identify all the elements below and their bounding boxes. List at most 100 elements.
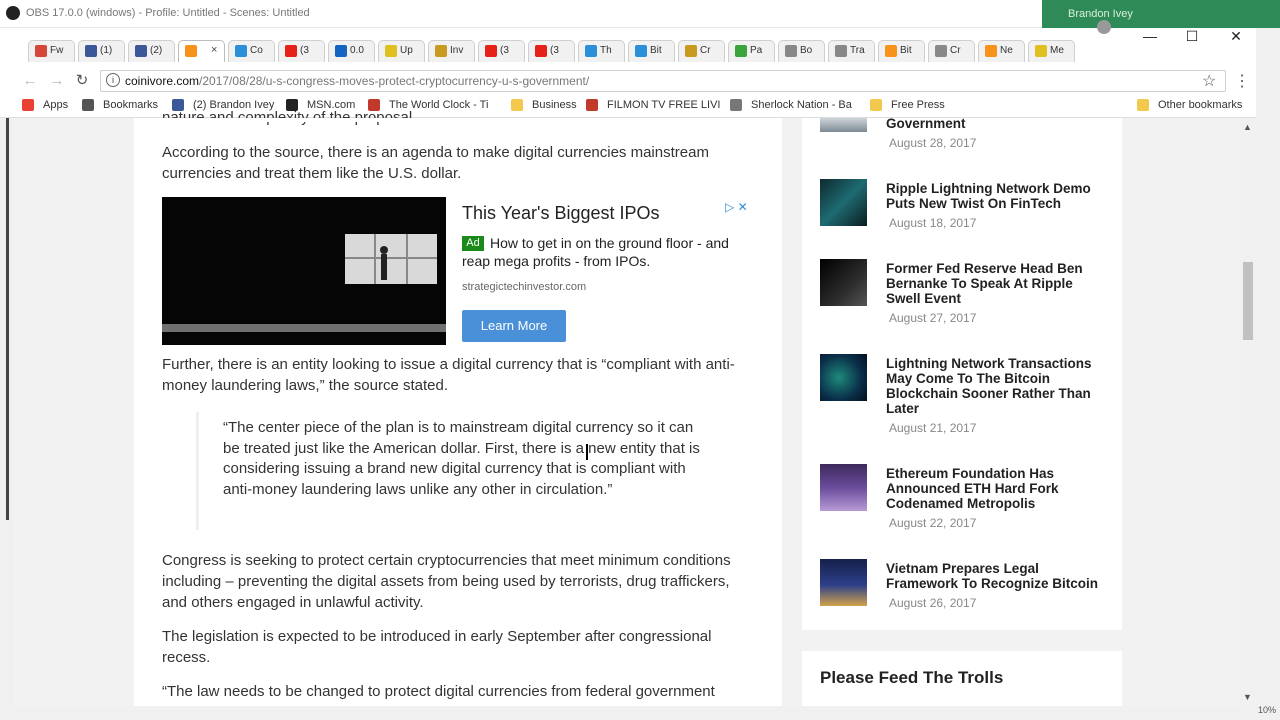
tab-item[interactable]: Bit bbox=[878, 40, 925, 62]
tab-label: Inv bbox=[450, 45, 464, 56]
article-paragraph: According to the source, there is an age… bbox=[162, 144, 709, 182]
tab-item[interactable]: × bbox=[178, 40, 225, 62]
close-tab-icon[interactable]: × bbox=[211, 44, 217, 56]
ad-title[interactable]: This Year's Biggest IPOs bbox=[462, 203, 660, 224]
tab-item[interactable]: (1) bbox=[78, 40, 125, 62]
crypto-icon bbox=[685, 45, 697, 57]
tab-label: (3 bbox=[300, 45, 309, 56]
tab-label: Co bbox=[250, 45, 263, 56]
tab-label: (3 bbox=[550, 45, 559, 56]
tab-item[interactable]: Up bbox=[378, 40, 425, 62]
tab-item[interactable]: Cr bbox=[678, 40, 725, 62]
bookmark-item[interactable]: Free Press bbox=[891, 99, 945, 111]
folder-icon bbox=[870, 99, 882, 111]
tab-item[interactable]: (3 bbox=[478, 40, 525, 62]
tab-item[interactable]: Bo bbox=[778, 40, 825, 62]
post-thumbnail[interactable] bbox=[820, 354, 867, 401]
background-window-text: Brandon Ivey bbox=[1068, 8, 1133, 20]
obs-window-title: OBS 17.0.0 (windows) - Profile: Untitled… bbox=[26, 7, 310, 19]
document-icon bbox=[785, 45, 797, 57]
post-thumbnail[interactable] bbox=[820, 259, 867, 306]
user-profile-icon[interactable] bbox=[1097, 20, 1111, 34]
article-paragraph: The legislation is expected to be introd… bbox=[162, 628, 712, 666]
scroll-up-icon[interactable]: ▲ bbox=[1243, 122, 1252, 132]
tab-item[interactable]: Cr bbox=[928, 40, 975, 62]
tab-label: Bit bbox=[650, 45, 662, 56]
bookmark-item[interactable]: Apps bbox=[43, 99, 68, 111]
ad-image-figure bbox=[345, 234, 437, 284]
widget-title: Please Feed The Trolls bbox=[820, 668, 1004, 687]
bookmark-item[interactable]: Sherlock Nation - Ba bbox=[751, 99, 852, 111]
post-date: August 26, 2017 bbox=[889, 596, 977, 610]
minimize-button[interactable]: — bbox=[1135, 26, 1165, 46]
tab-item[interactable]: 0.0 bbox=[328, 40, 375, 62]
xapo-icon bbox=[335, 45, 347, 57]
learn-more-button[interactable]: Learn More bbox=[462, 310, 566, 342]
back-button[interactable]: ← bbox=[20, 71, 40, 91]
tab-item[interactable]: Bit bbox=[628, 40, 675, 62]
maximize-button[interactable]: ☐ bbox=[1177, 26, 1207, 46]
url-path: /2017/08/28/u-s-congress-moves-protect-c… bbox=[199, 74, 590, 88]
tab-item[interactable]: Me bbox=[1028, 40, 1075, 62]
obs-logo-icon bbox=[6, 6, 20, 20]
ad-body[interactable]: How to get in on the ground floor - and … bbox=[462, 234, 752, 270]
post-thumbnail[interactable] bbox=[820, 464, 867, 511]
gmail-icon bbox=[35, 45, 47, 57]
tab-item[interactable]: (3 bbox=[278, 40, 325, 62]
youtube-icon bbox=[285, 45, 297, 57]
upwork-icon bbox=[385, 45, 397, 57]
ad-image-floor bbox=[162, 324, 446, 332]
post-title-link[interactable]: Former Fed Reserve Head Ben Bernanke To … bbox=[886, 261, 1104, 306]
tab-label: Bit bbox=[900, 45, 912, 56]
tab-item[interactable]: Th bbox=[578, 40, 625, 62]
zoom-level: 10% bbox=[1258, 705, 1277, 715]
bookmark-star-icon[interactable]: ☆ bbox=[1202, 71, 1216, 91]
address-url[interactable]: coinivore.com/2017/08/28/u-s-congress-mo… bbox=[125, 74, 589, 88]
post-date: August 27, 2017 bbox=[889, 311, 977, 325]
tab-item[interactable]: Pa bbox=[728, 40, 775, 62]
tab-item[interactable]: (2) bbox=[128, 40, 175, 62]
tab-item[interactable]: Co bbox=[228, 40, 275, 62]
site-info-icon[interactable]: i bbox=[106, 73, 120, 87]
ad-url[interactable]: strategictechinvestor.com bbox=[462, 281, 586, 293]
scroll-down-icon[interactable]: ▼ bbox=[1243, 692, 1252, 702]
post-title-link[interactable]: Vietnam Prepares Legal Framework To Reco… bbox=[886, 561, 1104, 591]
coinmarket-icon bbox=[635, 45, 647, 57]
post-thumbnail[interactable] bbox=[820, 559, 867, 606]
tab-item[interactable]: Inv bbox=[428, 40, 475, 62]
facebook-icon bbox=[85, 45, 97, 57]
tab-label: (1) bbox=[100, 45, 113, 56]
folder-icon bbox=[1137, 99, 1149, 111]
post-date: August 18, 2017 bbox=[889, 216, 977, 230]
text-cursor bbox=[586, 444, 588, 460]
post-thumbnail[interactable] bbox=[820, 179, 867, 226]
post-title-link[interactable]: Ripple Lightning Network Demo Puts New T… bbox=[886, 181, 1104, 211]
article-paragraph: Further, there is an entity looking to i… bbox=[162, 356, 735, 394]
bookmark-item[interactable]: Bookmarks bbox=[103, 99, 158, 111]
ad-choices-icon[interactable]: ▷ ✕ bbox=[725, 200, 748, 214]
post-date: August 28, 2017 bbox=[889, 136, 977, 150]
post-title-link[interactable]: Lightning Network Transactions May Come … bbox=[886, 356, 1104, 416]
browser-menu-icon[interactable]: ⋮ bbox=[1234, 71, 1250, 91]
tab-item[interactable]: (3 bbox=[528, 40, 575, 62]
facebook-icon bbox=[135, 45, 147, 57]
article-paragraph: Congress is seeking to protect certain c… bbox=[162, 552, 731, 611]
tab-item[interactable]: Tra bbox=[828, 40, 875, 62]
document-icon bbox=[935, 45, 947, 57]
post-title-link[interactable]: Ethereum Foundation Has Announced ETH Ha… bbox=[886, 466, 1104, 511]
tab-label: Tra bbox=[850, 45, 865, 56]
apps-icon bbox=[22, 99, 34, 111]
reload-button[interactable]: ↻ bbox=[72, 71, 92, 91]
close-window-button[interactable]: ✕ bbox=[1221, 26, 1251, 46]
forward-button[interactable]: → bbox=[47, 71, 67, 91]
post-thumbnail[interactable] bbox=[820, 118, 867, 132]
tab-item[interactable]: Ne bbox=[978, 40, 1025, 62]
tab-label: Cr bbox=[700, 45, 711, 56]
scrollbar-thumb[interactable] bbox=[1243, 262, 1253, 340]
tab-item[interactable]: Fw bbox=[28, 40, 75, 62]
ad-image-window bbox=[345, 234, 437, 284]
bookmark-item[interactable]: Other bookmarks bbox=[1158, 99, 1242, 111]
leaf-icon bbox=[735, 45, 747, 57]
post-title-link[interactable]: Government bbox=[886, 116, 1104, 131]
page-scrollbar[interactable] bbox=[1240, 118, 1256, 706]
